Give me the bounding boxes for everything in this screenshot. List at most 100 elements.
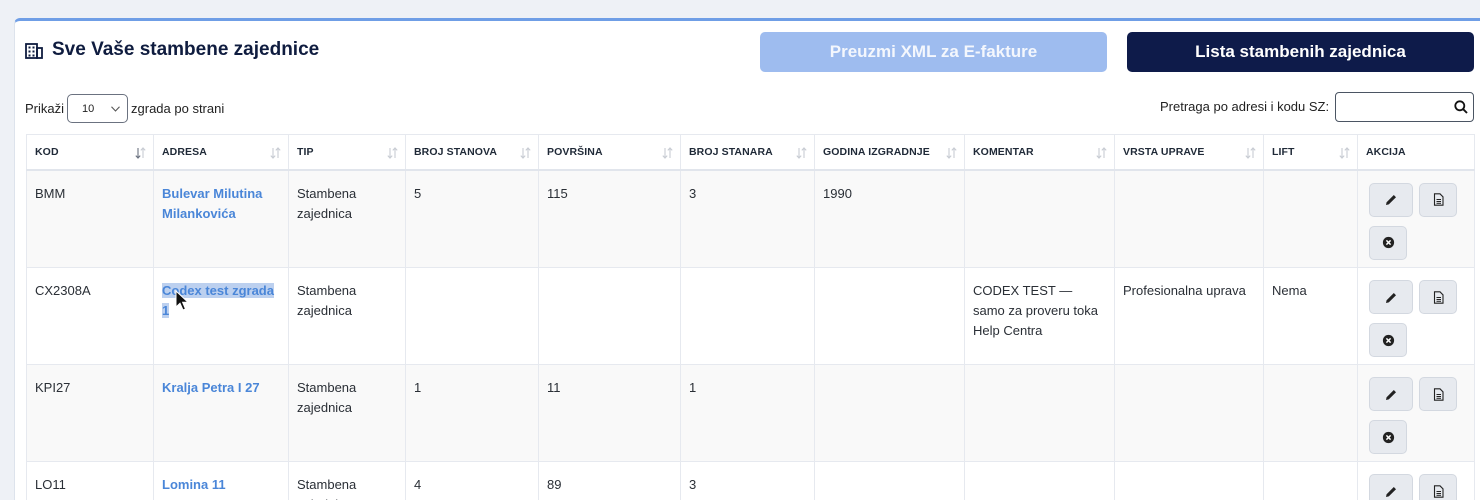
column-header-povrsina[interactable]: POVRŠINA xyxy=(538,134,681,171)
cell-godina xyxy=(814,461,965,500)
edit-button[interactable] xyxy=(1369,280,1413,314)
cell-vrsta-uprave xyxy=(1114,169,1264,268)
cell-broj-stanova: 4 xyxy=(405,461,539,500)
table-row: KPI27 Kralja Petra I 27 Stambena zajedni… xyxy=(26,364,1475,462)
document-button[interactable] xyxy=(1419,182,1457,217)
cell-broj-stanara xyxy=(680,267,815,365)
column-header-lift[interactable]: LIFT xyxy=(1263,134,1358,171)
document-button[interactable] xyxy=(1419,377,1457,411)
column-header-kod[interactable]: KOD xyxy=(26,134,154,171)
cell-komentar xyxy=(964,364,1115,462)
table-row: CX2308A Codex test zgrada 1 Stambena zaj… xyxy=(26,267,1475,365)
sort-icon xyxy=(1339,147,1350,159)
sort-icon xyxy=(1096,147,1107,159)
cell-broj-stanara: 3 xyxy=(680,461,815,500)
address-link[interactable]: Kralja Petra I 27 xyxy=(162,380,260,395)
building-icon xyxy=(25,43,43,59)
column-header-tip[interactable]: TIP xyxy=(288,134,406,171)
document-icon xyxy=(1433,193,1444,206)
cell-godina xyxy=(814,267,965,365)
delete-button[interactable] xyxy=(1369,225,1407,260)
cell-broj-stanara: 1 xyxy=(680,364,815,462)
sort-icon xyxy=(1245,147,1256,159)
cell-actions xyxy=(1357,267,1475,365)
address-link[interactable]: Lomina 11 xyxy=(162,477,226,492)
cell-vrsta-uprave xyxy=(1114,364,1264,462)
column-header-komentar[interactable]: KOMENTAR xyxy=(964,134,1115,171)
cell-lift: Nema xyxy=(1263,267,1358,365)
sort-icon xyxy=(270,147,281,159)
page-size-control: Prikaži 10 zgrada po strani xyxy=(25,94,224,123)
cell-tip: Stambena zajednica xyxy=(288,169,406,268)
column-header-broj-stanova[interactable]: BROJ STANOVA xyxy=(405,134,539,171)
cell-komentar xyxy=(964,169,1115,268)
cell-povrsina: 89 xyxy=(538,461,681,500)
edit-button[interactable] xyxy=(1369,474,1413,500)
mouse-cursor-icon xyxy=(175,290,190,311)
table-row: LO11 Lomina 11 Stambena zajednica 4 89 3 xyxy=(26,461,1475,500)
cell-actions xyxy=(1357,364,1475,462)
pencil-icon xyxy=(1385,486,1396,497)
pencil-icon xyxy=(1385,195,1396,205)
cell-actions xyxy=(1357,461,1475,500)
pencil-icon xyxy=(1385,292,1396,303)
cell-actions xyxy=(1357,169,1475,268)
page-size-select[interactable]: 10 xyxy=(67,94,129,123)
show-label: Prikaži xyxy=(25,101,65,116)
document-button[interactable] xyxy=(1419,474,1457,500)
sort-icon xyxy=(662,147,673,159)
sort-icon xyxy=(946,147,957,159)
cell-broj-stanova: 1 xyxy=(405,364,539,462)
column-header-vrsta-uprave[interactable]: VRSTA UPRAVE xyxy=(1114,134,1264,171)
close-circle-icon xyxy=(1382,334,1394,346)
column-header-godina-izgradnje[interactable]: GODINA IZGRADNJE xyxy=(814,134,965,171)
per-page-label: zgrada po strani xyxy=(131,101,225,116)
cell-broj-stanova: 5 xyxy=(405,169,539,268)
search-input[interactable] xyxy=(1342,93,1452,119)
sort-icon xyxy=(387,147,398,159)
building-list-button[interactable]: Lista stambenih zajednica xyxy=(1127,32,1474,72)
cell-kod: CX2308A xyxy=(26,267,154,365)
cell-komentar xyxy=(964,461,1115,500)
address-link[interactable]: Bulevar Milutina Milankovića xyxy=(162,186,262,221)
edit-button[interactable] xyxy=(1369,182,1413,217)
main-card: Sve Vaše stambene zajednice Preuzmi XML … xyxy=(14,18,1480,500)
column-header-broj-stanara[interactable]: BROJ STANARA xyxy=(680,134,815,171)
delete-button[interactable] xyxy=(1369,420,1407,454)
cell-broj-stanara: 3 xyxy=(680,169,815,268)
cell-povrsina xyxy=(538,267,681,365)
cell-povrsina: 11 xyxy=(538,364,681,462)
cell-godina: 1990 xyxy=(814,169,965,268)
cell-broj-stanova xyxy=(405,267,539,365)
document-button[interactable] xyxy=(1419,280,1457,314)
page-title: Sve Vaše stambene zajednice xyxy=(52,39,320,60)
cell-lift xyxy=(1263,169,1358,268)
sort-icon xyxy=(520,147,531,159)
edit-button[interactable] xyxy=(1369,377,1413,411)
cell-povrsina: 115 xyxy=(538,169,681,268)
cell-lift xyxy=(1263,461,1358,500)
cell-kod: KPI27 xyxy=(26,364,154,462)
search-icon[interactable] xyxy=(1454,100,1468,114)
chevron-down-icon xyxy=(111,105,120,112)
delete-button[interactable] xyxy=(1369,323,1407,357)
buildings-table: KOD ADRESA TIP BROJ STANOVA POVRŠINA BRO… xyxy=(26,134,1475,500)
search-field[interactable] xyxy=(1335,92,1474,122)
column-header-adresa[interactable]: ADRESA xyxy=(153,134,289,171)
download-xml-button[interactable]: Preuzmi XML za E-fakture xyxy=(760,32,1107,72)
column-header-akcija: AKCIJA xyxy=(1357,134,1475,171)
cell-vrsta-uprave: Profesionalna uprava xyxy=(1114,267,1264,365)
page-header: Sve Vaše stambene zajednice xyxy=(25,39,319,61)
cell-tip: Stambena zajednica xyxy=(288,267,406,365)
cell-kod: LO11 xyxy=(26,461,154,500)
pencil-icon xyxy=(1385,389,1396,400)
search-label: Pretraga po adresi i kodu SZ: xyxy=(1160,99,1330,114)
cell-godina xyxy=(814,364,965,462)
document-icon xyxy=(1433,484,1444,498)
cell-tip: Stambena zajednica xyxy=(288,461,406,500)
document-icon xyxy=(1433,290,1444,304)
sort-desc-icon xyxy=(135,147,146,159)
sort-icon xyxy=(796,147,807,159)
cell-vrsta-uprave xyxy=(1114,461,1264,500)
cell-lift xyxy=(1263,364,1358,462)
